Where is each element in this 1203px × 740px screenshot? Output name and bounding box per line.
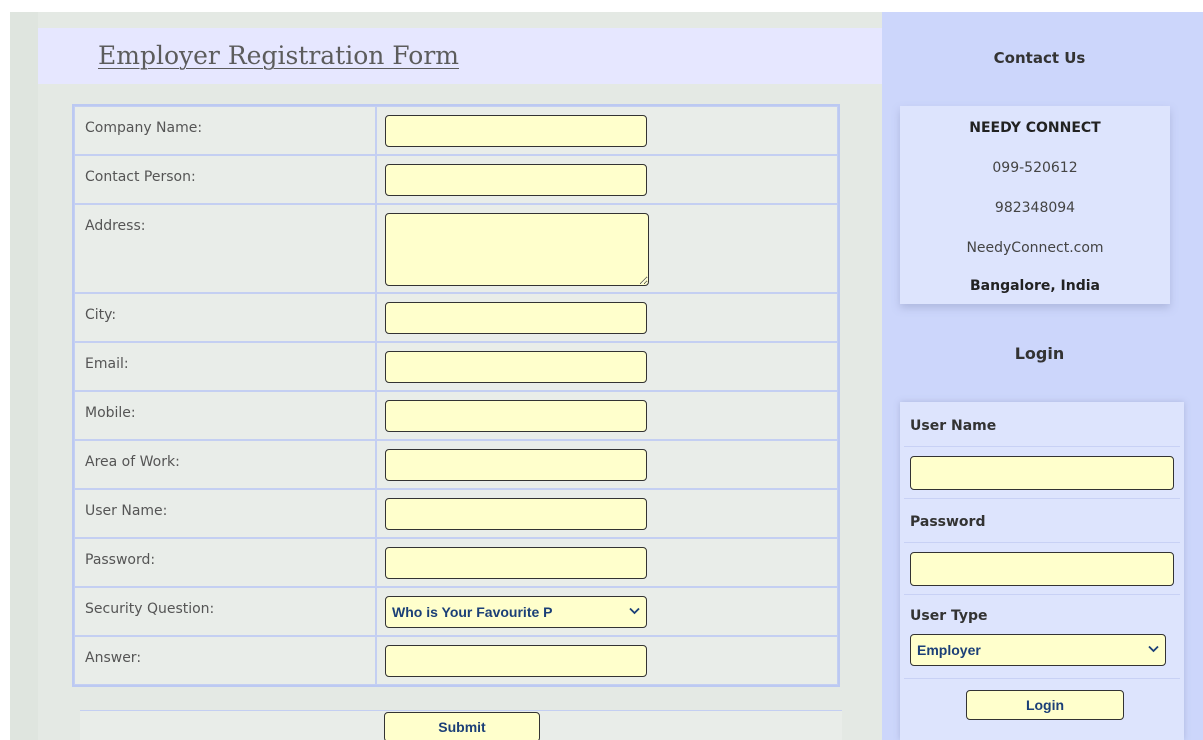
form-row-company-name: Company Name: [74, 106, 838, 155]
form-row-mobile: Mobile: [74, 391, 838, 440]
password-label: Password: [85, 552, 156, 568]
label-cell: Address: [74, 204, 376, 293]
label-cell: Email: [74, 342, 376, 391]
label-cell: User Name: [74, 489, 376, 538]
contact-location: Bangalore, India [969, 278, 1100, 294]
password-input[interactable] [385, 547, 647, 579]
form-row-contact-person: Contact Person: [74, 155, 838, 204]
login-username-label: User Name [910, 418, 997, 434]
form-row-password: Password: [74, 538, 838, 587]
answer-input[interactable] [385, 645, 647, 677]
login-divider [904, 678, 1180, 679]
form-row-area-of-work: Area of Work: [74, 440, 838, 489]
answer-label: Answer: [85, 650, 142, 666]
login-divider [904, 446, 1180, 447]
page-title: Employer Registration Form [98, 41, 459, 70]
city-label: City: [85, 307, 117, 323]
login-divider [904, 498, 1180, 499]
contact-us-heading: Contact Us [993, 49, 1086, 67]
contact-info-box: NEEDY CONNECT 099-520612 982348094 Needy… [900, 106, 1170, 304]
mobile-label: Mobile: [85, 405, 136, 421]
contact-phone-1: 099-520612 [992, 160, 1078, 176]
login-usertype-label: User Type [910, 608, 988, 624]
login-box: User Name Password User Type Employer Lo… [900, 402, 1184, 740]
input-cell [376, 636, 838, 685]
company-name-label: Company Name: [85, 120, 203, 136]
company-name-input[interactable] [385, 115, 647, 147]
submit-row: Submit [80, 710, 842, 740]
contact-person-label: Contact Person: [85, 169, 196, 185]
label-cell: City: [74, 293, 376, 342]
user-type-select[interactable]: Employer [910, 634, 1166, 666]
contact-person-input[interactable] [385, 164, 647, 196]
label-cell: Security Question: [74, 587, 376, 636]
label-cell: Area of Work: [74, 440, 376, 489]
area-of-work-input[interactable] [385, 449, 647, 481]
label-cell: Password: [74, 538, 376, 587]
user-name-input[interactable] [385, 498, 647, 530]
city-input[interactable] [385, 302, 647, 334]
label-cell: Answer: [74, 636, 376, 685]
email-input[interactable] [385, 351, 647, 383]
security-question-label: Security Question: [85, 601, 215, 617]
input-cell [376, 204, 838, 293]
registration-form-table: Company Name: Contact Person: Address: C… [72, 104, 840, 687]
login-username-input[interactable] [910, 456, 1174, 490]
login-divider [904, 594, 1180, 595]
label-cell: Mobile: [74, 391, 376, 440]
sidebar: Contact Us NEEDY CONNECT 099-520612 9823… [882, 12, 1203, 740]
input-cell [376, 342, 838, 391]
security-question-selected-value: Who is Your Favourite P [392, 604, 553, 620]
title-bar: Employer Registration Form [38, 28, 882, 84]
input-cell [376, 391, 838, 440]
contact-company-name: NEEDY CONNECT [969, 120, 1101, 136]
form-row-city: City: [74, 293, 838, 342]
input-cell [376, 440, 838, 489]
mobile-input[interactable] [385, 400, 647, 432]
input-cell [376, 106, 838, 155]
submit-button[interactable]: Submit [384, 712, 540, 740]
login-button[interactable]: Login [966, 690, 1124, 720]
input-cell [376, 293, 838, 342]
contact-phone-2: 982348094 [994, 200, 1076, 216]
address-label: Address: [85, 218, 146, 234]
login-password-label: Password [910, 514, 986, 530]
form-row-security-question: Security Question: Who is Your Favourite… [74, 587, 838, 636]
security-question-select[interactable]: Who is Your Favourite P [385, 596, 647, 628]
email-label: Email: [85, 356, 129, 372]
label-cell: Company Name: [74, 106, 376, 155]
label-cell: Contact Person: [74, 155, 376, 204]
login-heading: Login [1014, 344, 1065, 363]
input-cell [376, 489, 838, 538]
chevron-down-icon [629, 606, 640, 618]
form-row-answer: Answer: [74, 636, 838, 685]
left-margin-strip [10, 12, 38, 740]
input-cell [376, 538, 838, 587]
form-row-user-name: User Name: [74, 489, 838, 538]
form-row-email: Email: [74, 342, 838, 391]
contact-website: NeedyConnect.com [966, 240, 1104, 256]
address-textarea[interactable] [385, 213, 649, 286]
input-cell: Who is Your Favourite P [376, 587, 838, 636]
user-type-selected-value: Employer [917, 642, 981, 658]
form-row-address: Address: [74, 204, 838, 293]
user-name-label: User Name: [85, 503, 168, 519]
page: Employer Registration Form Company Name:… [0, 0, 1203, 740]
chevron-down-icon [1148, 644, 1159, 656]
area-of-work-label: Area of Work: [85, 454, 180, 470]
login-divider [904, 542, 1180, 543]
login-password-input[interactable] [910, 552, 1174, 586]
input-cell [376, 155, 838, 204]
